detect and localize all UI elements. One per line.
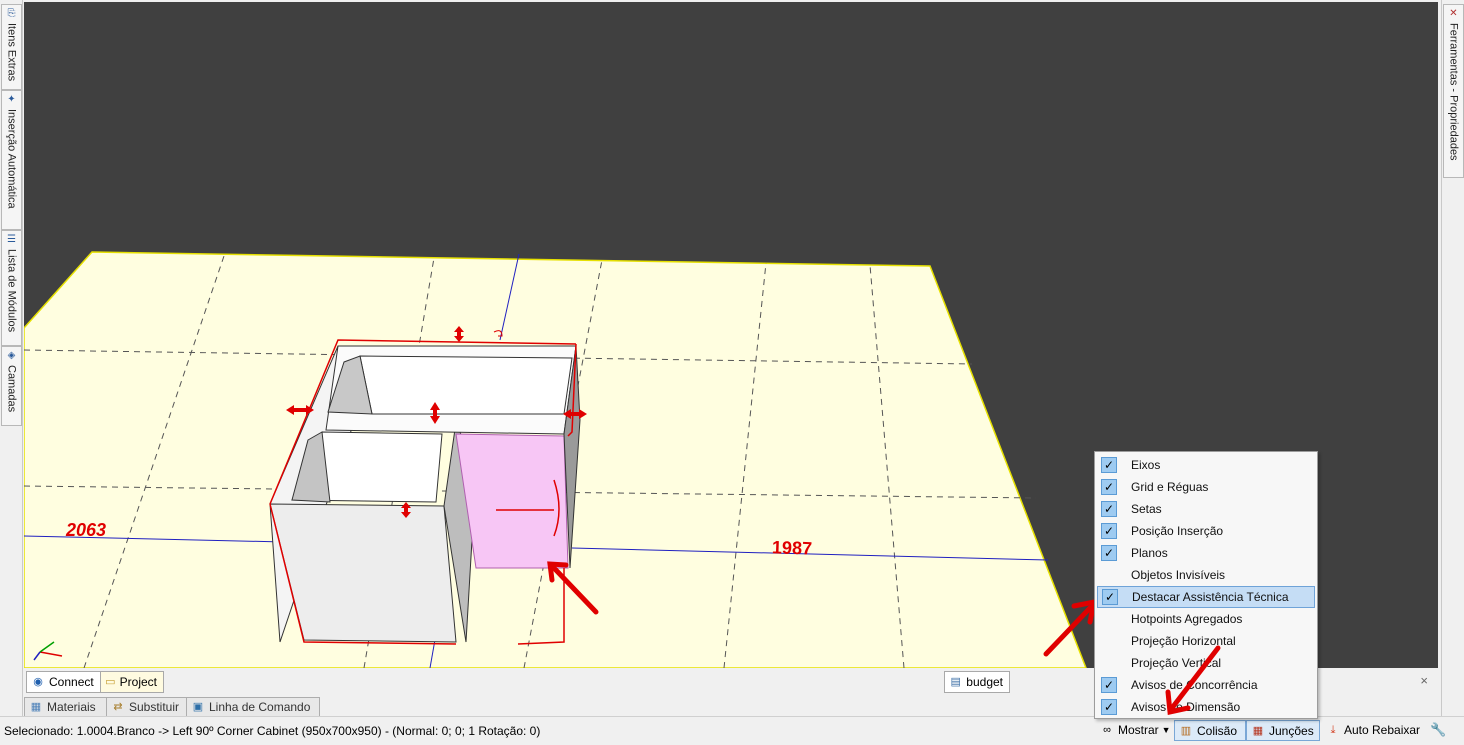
check-icon: ✓ (1101, 501, 1117, 517)
tab-project[interactable]: ▭ Project (100, 671, 164, 693)
menu-item-planos[interactable]: ✓ Planos (1097, 542, 1315, 564)
lower-icon: ⤓ (1330, 723, 1336, 736)
menu-item-label: Planos (1131, 546, 1168, 560)
colisao-button[interactable]: ▥ Colisão (1174, 720, 1246, 741)
tab-label: Materiais (47, 700, 96, 714)
tools-icon: ✕ (1449, 8, 1458, 19)
auto-rebaixar-button[interactable]: ⤓ Auto Rebaixar (1322, 720, 1424, 739)
rss-icon: ◉ (33, 676, 43, 688)
tab-ferramentas-propriedades[interactable]: ✕ Ferramentas - Propriedades (1443, 4, 1464, 178)
juncoes-label: Junções (1269, 723, 1314, 738)
cabinet-inner-shelf-right (359, 355, 573, 415)
menu-item-label: Hotpoints Agregados (1131, 612, 1243, 626)
menu-item-label: Grid e Réguas (1131, 480, 1209, 494)
paperclip-icon: ⎘ (7, 8, 16, 19)
check-placeholder (1101, 633, 1117, 649)
check-placeholder (1101, 567, 1117, 583)
tab-connect[interactable]: ◉ Connect (26, 671, 106, 693)
check-icon: ✓ (1101, 479, 1117, 495)
highlighted-door (455, 433, 569, 569)
colisao-label: Colisão (1197, 723, 1238, 738)
tab-itens-extras[interactable]: ⎘ Itens Extras (1, 4, 22, 90)
mostrar-label: Mostrar (1118, 722, 1159, 737)
check-icon: ✓ (1101, 523, 1117, 539)
menu-item-posicao-insercao[interactable]: ✓ Posição Inserção (1097, 520, 1315, 542)
menu-item-label: Setas (1131, 502, 1162, 516)
materials-icon: ▦ (30, 701, 42, 713)
tab-label: Ferramentas - Propriedades (1447, 23, 1460, 161)
mostrar-button[interactable]: ∞ Mostrar ▼ (1096, 720, 1174, 739)
joints-icon: ▦ (1252, 724, 1264, 737)
check-icon: ✓ (1102, 589, 1118, 605)
tab-label: Lista de Módulos (5, 249, 18, 333)
layers-icon: ◈ (7, 350, 16, 361)
auto-rebaixar-label: Auto Rebaixar (1344, 722, 1421, 737)
tab-lista-de-modulos[interactable]: ☰ Lista de Módulos (1, 230, 22, 346)
tab-label: budget (966, 675, 1003, 689)
collision-icon: ▥ (1180, 724, 1192, 737)
display-icon: ∞ (1103, 723, 1111, 736)
wand-icon: ✦ (7, 94, 16, 105)
tab-label: Camadas (5, 365, 18, 413)
tab-budget[interactable]: ▤ budget (944, 671, 1010, 693)
terminal-icon: ▣ (192, 701, 204, 713)
tab-label: Linha de Comando (209, 700, 311, 714)
dimension-left: 2063 (65, 520, 106, 540)
menu-item-label: Posição Inserção (1131, 524, 1224, 538)
tab-label: Inserção Automática (5, 109, 18, 209)
selection-status: Selecionado: 1.0004.Branco -> Left 90º C… (4, 724, 541, 738)
tab-label: Project (119, 675, 157, 689)
juncoes-button[interactable]: ▦ Junções (1246, 720, 1320, 741)
right-dock-panel: ✕ Ferramentas - Propriedades (1441, 0, 1464, 716)
left-dock-panel: ⎘ Itens Extras ✦ Inserção Automática ☰ L… (0, 0, 23, 716)
tab-linha-de-comando[interactable]: ▣ Linha de Comando (186, 697, 320, 716)
menu-item-destacar-assistencia-tecnica[interactable]: ✓ Destacar Assistência Técnica (1097, 586, 1315, 608)
menu-item-label: Eixos (1131, 458, 1161, 472)
menu-item-label: Objetos Invisíveis (1131, 568, 1226, 582)
menu-item-grid-e-reguas[interactable]: ✓ Grid e Réguas (1097, 476, 1315, 498)
folder-icon: ▭ (105, 676, 116, 688)
check-icon: ✓ (1101, 545, 1117, 561)
dimension-right: 1987 (772, 537, 813, 558)
tab-insercao-automatica[interactable]: ✦ Inserção Automática (1, 90, 22, 230)
tab-materiais[interactable]: ▦ Materiais (24, 697, 110, 716)
check-icon: ✓ (1101, 457, 1117, 473)
menu-item-objetos-invisiveis[interactable]: Objetos Invisíveis (1097, 564, 1315, 586)
tab-substituir[interactable]: ⇄ Substituir (106, 697, 190, 716)
check-placeholder (1101, 655, 1117, 671)
menu-item-eixos[interactable]: ✓ Eixos (1097, 454, 1315, 476)
tab-label: Itens Extras (5, 23, 18, 82)
menu-item-setas[interactable]: ✓ Setas (1097, 498, 1315, 520)
menu-item-label: Destacar Assistência Técnica (1132, 590, 1289, 604)
close-icon[interactable]: × (1420, 673, 1428, 688)
status-bar: Selecionado: 1.0004.Branco -> Left 90º C… (0, 716, 1464, 745)
tab-camadas[interactable]: ◈ Camadas (1, 346, 22, 426)
replace-icon: ⇄ (113, 701, 123, 713)
wrench-icon[interactable]: 🔧 (1430, 722, 1446, 738)
budget-icon: ▤ (950, 676, 961, 688)
chevron-down-icon: ▼ (1161, 724, 1171, 735)
check-icon: ✓ (1101, 699, 1117, 715)
menu-item-hotpoints-agregados[interactable]: Hotpoints Agregados (1097, 608, 1315, 630)
check-icon: ✓ (1101, 677, 1117, 693)
annotation-arrow-mostrar (1165, 645, 1221, 716)
tab-label: Substituir (129, 700, 180, 714)
list-icon: ☰ (7, 234, 16, 245)
check-placeholder (1101, 611, 1117, 627)
tab-label: Connect (49, 675, 94, 689)
